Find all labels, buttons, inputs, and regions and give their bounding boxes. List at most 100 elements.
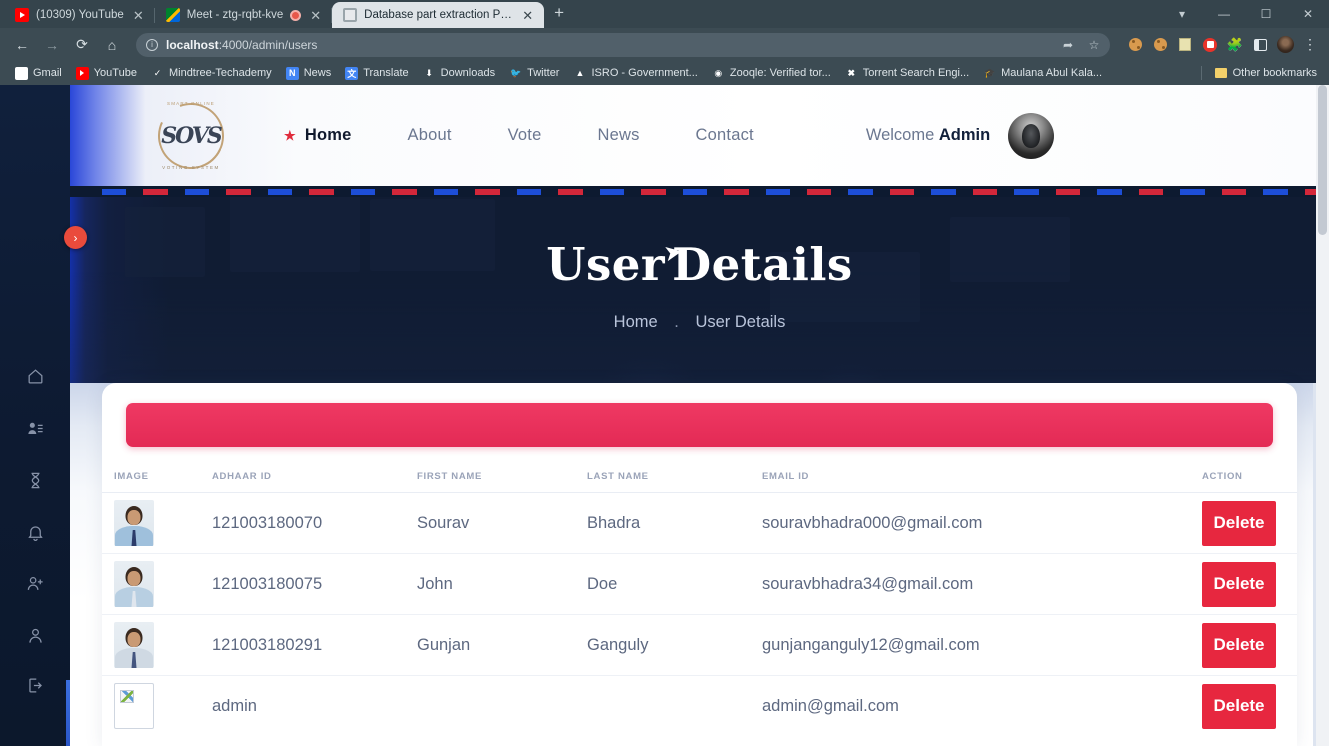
- sidebar-toggle-button[interactable]: ›: [64, 226, 87, 249]
- bookmark-twitter[interactable]: 🐦 Twitter: [502, 67, 566, 80]
- sidebar-item-profile[interactable]: [0, 620, 70, 650]
- breadcrumb-current: User Details: [695, 313, 786, 331]
- cell-adhaar-id: 121003180075: [212, 553, 417, 615]
- side-panel-icon[interactable]: [1249, 34, 1271, 56]
- user-icon: [28, 628, 42, 643]
- sidebar-item-add-user[interactable]: [0, 568, 70, 598]
- tab-close-icon[interactable]: ✕: [131, 9, 146, 22]
- cell-email: souravbhadra34@gmail.com: [762, 553, 1202, 615]
- delete-button[interactable]: Delete: [1202, 500, 1276, 546]
- welcome-username: Admin: [938, 126, 991, 144]
- home-icon[interactable]: ⌂: [98, 31, 126, 59]
- column-header-email-id: EMAIL ID: [762, 471, 810, 482]
- chrome-menu-icon[interactable]: ⋮: [1299, 34, 1321, 56]
- delete-button[interactable]: Delete: [1202, 622, 1276, 668]
- browser-tab-database-extraction[interactable]: Database part extraction Page ✕: [332, 2, 545, 28]
- sidebar-item-user-list[interactable]: [0, 413, 70, 443]
- sidebar-item-logout[interactable]: [0, 670, 70, 700]
- stripe-dash: [1097, 189, 1122, 195]
- sidebar-item-notifications[interactable]: [0, 517, 70, 547]
- bookmark-mindtree-techademy[interactable]: ✓ Mindtree-Techademy: [144, 67, 279, 80]
- admin-sidebar: [0, 85, 70, 746]
- sidebar-item-pending[interactable]: [0, 465, 70, 495]
- breadcrumb: Home . User Details: [70, 313, 1329, 332]
- stripe-dash: [931, 189, 956, 195]
- recording-indicator-icon: [290, 9, 302, 21]
- bookmark-torrent-search[interactable]: ✖ Torrent Search Engi...: [838, 67, 976, 80]
- nav-item-contact[interactable]: Contact: [668, 126, 782, 145]
- tab-title: Meet - ztg-rqbt-kve: [186, 9, 284, 21]
- reload-icon[interactable]: ⟳: [68, 31, 96, 59]
- nav-item-home[interactable]: ★ Home: [268, 126, 380, 145]
- cell-email: admin@gmail.com: [762, 675, 1202, 737]
- record-icon[interactable]: [1199, 34, 1221, 56]
- back-icon[interactable]: ←: [8, 31, 36, 59]
- bookmarks-bar: M Gmail YouTube ✓ Mindtree-Techademy N N…: [0, 61, 1329, 85]
- cell-email: gunjanganguly12@gmail.com: [762, 614, 1202, 676]
- tab-title: Database part extraction Page: [364, 9, 514, 21]
- browser-tab-meet[interactable]: Meet - ztg-rqbt-kve ✕: [155, 2, 333, 28]
- address-bar[interactable]: i localhost:4000/admin/users ➦ ☆: [136, 32, 1110, 57]
- bookmark-downloads[interactable]: ⬇ Downloads: [416, 67, 502, 80]
- stripe-dash: [682, 189, 708, 195]
- tab-close-icon[interactable]: ✕: [520, 9, 535, 22]
- other-bookmarks-button[interactable]: Other bookmarks: [1208, 67, 1321, 79]
- stripe-dash: [806, 189, 832, 195]
- cell-action: Delete: [1202, 553, 1297, 615]
- nav-item-about[interactable]: About: [380, 126, 480, 145]
- tab-close-icon[interactable]: ✕: [308, 9, 323, 22]
- page-scrollbar[interactable]: [1316, 85, 1329, 746]
- hourglass-icon: [31, 472, 39, 488]
- browser-tab-youtube[interactable]: (10309) YouTube ✕: [4, 2, 155, 28]
- extensions-puzzle-icon[interactable]: 🧩: [1224, 34, 1246, 56]
- delete-button[interactable]: Delete: [1202, 561, 1276, 607]
- site-logo[interactable]: SMART ONLINE SOVS VOTING SYSTEM: [147, 91, 235, 180]
- add-user-icon: [27, 576, 43, 590]
- tab-search-chevron-down-icon[interactable]: ▾: [1161, 0, 1203, 28]
- close-icon[interactable]: ✕: [1287, 0, 1329, 28]
- minimize-icon[interactable]: —: [1203, 0, 1245, 28]
- breadcrumb-separator: .: [674, 313, 679, 331]
- user-photo: [114, 500, 154, 546]
- bookmark-news[interactable]: N News: [279, 66, 339, 80]
- logo-bottom-text: VOTING SYSTEM: [162, 164, 220, 170]
- new-tab-button[interactable]: +: [544, 4, 574, 24]
- extension-cookie-icon[interactable]: [1124, 34, 1146, 56]
- nav-item-news[interactable]: News: [569, 126, 667, 145]
- cell-first-name: [417, 675, 587, 737]
- delete-button[interactable]: Delete: [1202, 683, 1276, 729]
- breadcrumb-home[interactable]: Home: [614, 313, 658, 331]
- bookmark-gmail[interactable]: M Gmail: [8, 66, 69, 80]
- torrent-icon: ✖: [847, 67, 856, 78]
- nav-label: Home: [304, 126, 352, 144]
- omnibox-actions: ➦ ☆: [1056, 34, 1106, 56]
- cookie-icon[interactable]: [1149, 34, 1171, 56]
- user-photo: [114, 561, 154, 607]
- avatar[interactable]: [1008, 112, 1055, 159]
- profile-avatar-icon[interactable]: [1274, 34, 1296, 56]
- site-info-icon[interactable]: i: [146, 38, 158, 51]
- translate-icon: 文: [345, 66, 359, 80]
- bookmark-zooqle[interactable]: ◉ Zooqle: Verified tor...: [705, 67, 838, 80]
- bookmark-youtube[interactable]: YouTube: [69, 66, 144, 80]
- news-icon: N: [285, 66, 299, 80]
- nav-item-vote[interactable]: Vote: [480, 126, 570, 145]
- google-meet-icon: [165, 8, 180, 22]
- scrollbar-thumb[interactable]: [1318, 85, 1327, 235]
- bookmark-star-icon[interactable]: ☆: [1082, 34, 1106, 56]
- cell-image: [102, 492, 212, 554]
- stripe-dash: [641, 189, 666, 195]
- sidebar-item-home[interactable]: [0, 361, 70, 391]
- share-icon[interactable]: ➦: [1056, 34, 1080, 56]
- bookmark-label: Mindtree-Techademy: [168, 67, 272, 79]
- bookmark-isro[interactable]: ▲ ISRO - Government...: [566, 67, 704, 80]
- notepad-icon[interactable]: [1174, 34, 1196, 56]
- stripe-dash: [475, 189, 500, 195]
- cell-adhaar-id: 121003180070: [212, 492, 417, 554]
- bookmark-translate[interactable]: 文 Translate: [338, 66, 415, 80]
- stripe-dash: [350, 189, 376, 195]
- forward-icon[interactable]: →: [38, 31, 66, 59]
- column-header-first-name: FIRST NAME: [417, 471, 483, 482]
- bookmark-maulana-abul-kalam[interactable]: 🎓 Maulana Abul Kala...: [976, 67, 1109, 80]
- maximize-icon[interactable]: ☐: [1245, 0, 1287, 28]
